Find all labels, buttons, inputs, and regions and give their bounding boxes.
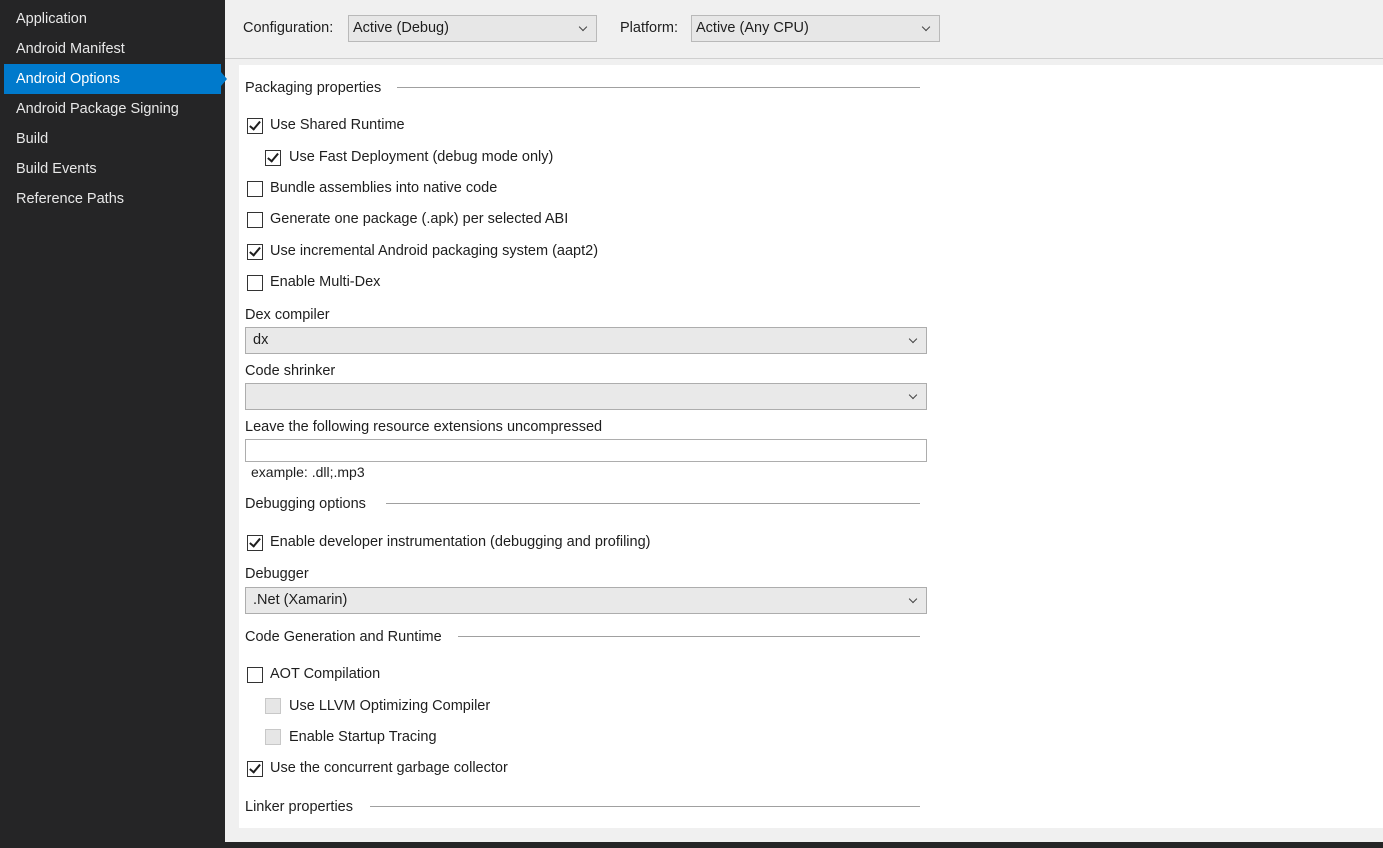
options-panel: Packaging properties Use Shared Runtime … [239, 65, 1383, 828]
concurrent-gc-checkbox[interactable] [247, 761, 263, 777]
use-fast-deployment-checkbox[interactable] [265, 150, 281, 166]
codegen-section-title: Code Generation and Runtime [245, 629, 442, 645]
platform-label: Platform: [620, 20, 679, 36]
section-divider [458, 636, 920, 637]
sidebar: Application Android Manifest Android Opt… [0, 0, 227, 848]
one-package-per-abi-checkbox[interactable] [247, 212, 263, 228]
uncompressed-extensions-label: Leave the following resource extensions … [245, 419, 603, 435]
uncompressed-extensions-hint: example: .dll;.mp3 [251, 464, 365, 480]
one-package-per-abi-label[interactable]: Generate one package (.apk) per selected… [270, 211, 568, 227]
debugger-label: Debugger [245, 566, 309, 582]
incremental-packaging-label[interactable]: Use incremental Android packaging system… [270, 243, 598, 259]
chevron-down-icon [908, 594, 918, 604]
developer-instrumentation-checkbox[interactable] [247, 535, 263, 551]
sidebar-item-reference-paths[interactable]: Reference Paths [4, 184, 221, 214]
llvm-compiler-label[interactable]: Use LLVM Optimizing Compiler [289, 698, 490, 714]
incremental-packaging-checkbox[interactable] [247, 244, 263, 260]
configuration-label: Configuration: [243, 20, 334, 36]
checkmark-icon [267, 150, 279, 163]
platform-value: Active (Any CPU) [696, 20, 809, 36]
sidebar-item-build[interactable]: Build [4, 124, 221, 154]
platform-select[interactable]: Active (Any CPU) [691, 15, 940, 42]
use-shared-runtime-label[interactable]: Use Shared Runtime [270, 117, 405, 133]
chevron-down-icon [921, 22, 931, 32]
section-divider [370, 806, 920, 807]
debugger-select[interactable]: .Net (Xamarin) [245, 587, 927, 614]
section-divider [386, 503, 920, 504]
status-strip [0, 842, 1383, 848]
chevron-down-icon [908, 390, 918, 400]
dex-compiler-label: Dex compiler [245, 307, 330, 323]
use-fast-deployment-label[interactable]: Use Fast Deployment (debug mode only) [289, 149, 553, 165]
code-shrinker-label: Code shrinker [245, 363, 336, 379]
startup-tracing-label[interactable]: Enable Startup Tracing [289, 729, 437, 745]
sidebar-item-android-options[interactable]: Android Options [4, 64, 227, 94]
multi-dex-label[interactable]: Enable Multi-Dex [270, 274, 380, 290]
debugging-section-title: Debugging options [245, 496, 366, 512]
code-shrinker-select[interactable] [245, 383, 927, 410]
sidebar-item-application[interactable]: Application [4, 4, 221, 34]
aot-compilation-checkbox[interactable] [247, 667, 263, 683]
chevron-down-icon [908, 334, 918, 344]
multi-dex-checkbox[interactable] [247, 275, 263, 291]
dex-compiler-value: dx [253, 332, 269, 348]
llvm-compiler-checkbox[interactable] [265, 698, 281, 714]
packaging-section-title: Packaging properties [245, 80, 382, 96]
aot-compilation-label[interactable]: AOT Compilation [270, 666, 380, 682]
uncompressed-extensions-input[interactable] [245, 439, 927, 462]
configuration-select[interactable]: Active (Debug) [348, 15, 597, 42]
config-header: Configuration: Active (Debug) Platform: … [225, 0, 1383, 59]
chevron-down-icon [578, 22, 588, 32]
linker-section-title: Linker properties [245, 799, 353, 815]
bundle-assemblies-checkbox[interactable] [247, 181, 263, 197]
sidebar-item-android-manifest[interactable]: Android Manifest [4, 34, 221, 64]
checkmark-icon [249, 118, 261, 131]
bundle-assemblies-label[interactable]: Bundle assemblies into native code [270, 180, 497, 196]
sidebar-item-build-events[interactable]: Build Events [4, 154, 221, 184]
section-divider [397, 87, 920, 88]
sidebar-item-android-package-signing[interactable]: Android Package Signing [4, 94, 221, 124]
debugger-value: .Net (Xamarin) [253, 592, 348, 608]
checkmark-icon [249, 244, 261, 257]
developer-instrumentation-label[interactable]: Enable developer instrumentation (debugg… [270, 534, 650, 550]
dex-compiler-select[interactable]: dx [245, 327, 927, 354]
startup-tracing-checkbox[interactable] [265, 729, 281, 745]
concurrent-gc-label[interactable]: Use the concurrent garbage collector [270, 760, 508, 776]
configuration-value: Active (Debug) [353, 20, 449, 36]
use-shared-runtime-checkbox[interactable] [247, 118, 263, 134]
checkmark-icon [249, 761, 261, 774]
checkmark-icon [249, 535, 261, 548]
